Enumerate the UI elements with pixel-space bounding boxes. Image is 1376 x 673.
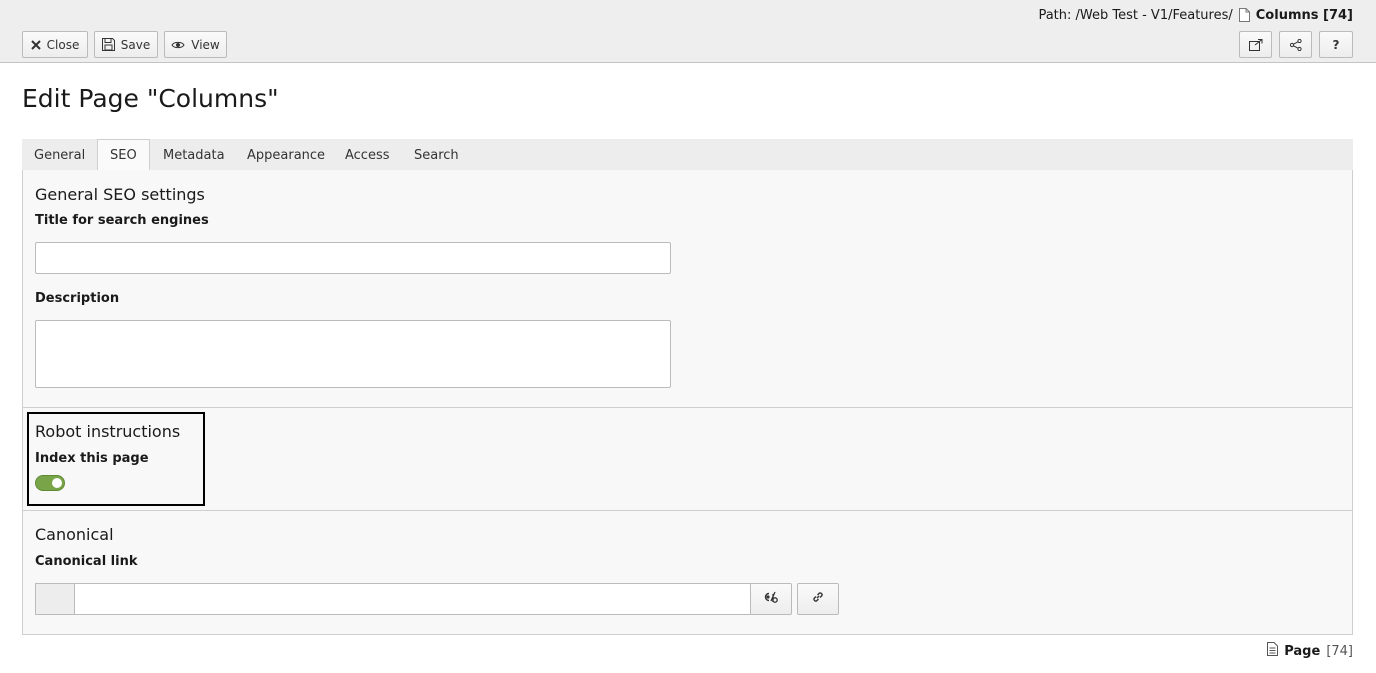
unlink-icon xyxy=(763,590,779,608)
record-id: [74] xyxy=(1326,643,1353,659)
canonical-link-label: Canonical link xyxy=(35,554,138,569)
tab-general[interactable]: General xyxy=(22,139,97,171)
general-seo-heading: General SEO settings xyxy=(35,185,205,204)
canonical-heading: Canonical xyxy=(35,525,114,544)
save-button-label: Save xyxy=(120,37,151,52)
save-icon xyxy=(101,38,115,51)
help-button-label: ? xyxy=(1332,37,1340,52)
share-icon xyxy=(1289,38,1302,51)
tab-metadata[interactable]: Metadata xyxy=(151,139,237,171)
tab-access[interactable]: Access xyxy=(333,139,402,171)
description-label: Description xyxy=(35,291,120,306)
seo-tab-panel: General SEO settings Title for search en… xyxy=(22,170,1353,635)
toggle-knob xyxy=(52,478,62,488)
save-button[interactable]: Save xyxy=(94,31,158,58)
page-doc-icon xyxy=(1267,642,1279,660)
clear-link-button[interactable] xyxy=(750,583,792,615)
link-icon xyxy=(811,590,825,608)
canonical-link-input[interactable] xyxy=(74,583,751,615)
page-icon xyxy=(1238,8,1250,22)
seo-title-input[interactable] xyxy=(35,242,671,274)
doc-header: Path: /Web Test - V1/Features/ Columns [… xyxy=(0,0,1376,63)
breadcrumb-current: Columns [74] xyxy=(1255,7,1353,23)
page-title: Edit Page "Columns" xyxy=(22,84,279,113)
external-link-icon xyxy=(1248,38,1263,51)
section-divider xyxy=(23,510,1352,511)
description-textarea[interactable] xyxy=(35,320,671,388)
close-icon xyxy=(30,39,41,50)
tab-search[interactable]: Search xyxy=(402,139,471,171)
record-type: Page xyxy=(1284,643,1321,659)
tab-appearance[interactable]: Appearance xyxy=(235,139,337,171)
open-new-window-button[interactable] xyxy=(1239,31,1272,58)
view-button-label: View xyxy=(191,37,220,52)
eye-icon xyxy=(171,40,185,50)
close-button-label: Close xyxy=(46,37,80,52)
canonical-link-addon xyxy=(35,583,75,615)
robot-instructions-heading: Robot instructions xyxy=(35,422,181,441)
view-button[interactable]: View xyxy=(164,31,227,58)
index-page-toggle[interactable] xyxy=(35,475,65,491)
breadcrumb: Path: /Web Test - V1/Features/ Columns [… xyxy=(1038,6,1353,24)
tab-seo[interactable]: SEO xyxy=(97,139,150,172)
help-button[interactable]: ? xyxy=(1319,31,1353,58)
share-button[interactable] xyxy=(1279,31,1312,58)
section-divider xyxy=(23,407,1352,408)
record-info: Page [74] xyxy=(1267,642,1353,660)
index-page-label: Index this page xyxy=(35,451,149,466)
seo-title-label: Title for search engines xyxy=(35,213,209,228)
link-browser-button[interactable] xyxy=(797,583,839,615)
breadcrumb-path: Path: /Web Test - V1/Features/ xyxy=(1038,7,1233,23)
tab-bar: General SEO Metadata Appearance Access S… xyxy=(22,139,1353,172)
close-button[interactable]: Close xyxy=(22,31,88,58)
